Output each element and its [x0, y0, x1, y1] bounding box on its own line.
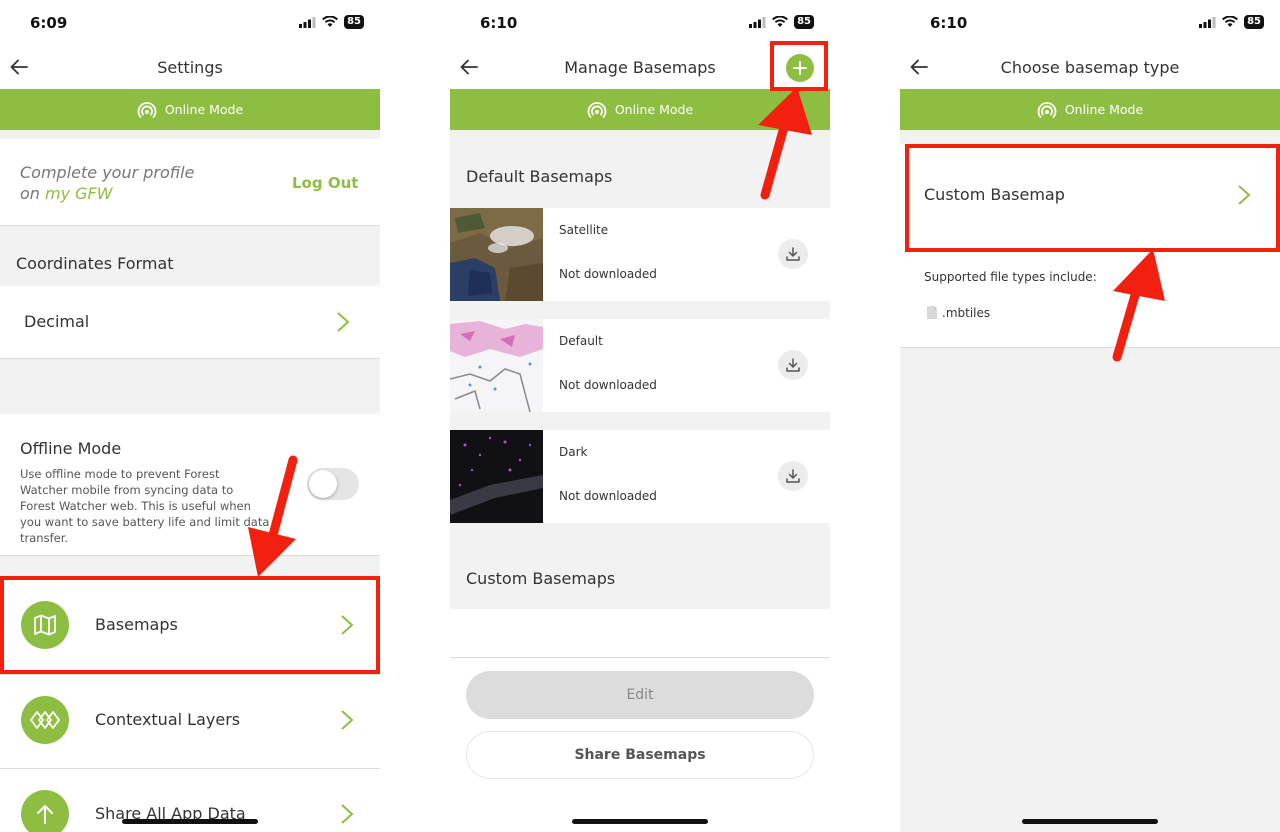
chevron-right-icon — [341, 710, 354, 730]
basemap-name: Satellite — [559, 223, 609, 237]
spacer — [450, 301, 830, 319]
basemap-status: Not downloaded — [559, 378, 657, 392]
status-bar: 6:09 85 — [0, 0, 380, 46]
online-mode-label: Online Mode — [164, 102, 244, 117]
settings-screen: 6:09 85 Settings Online Mode Complete yo… — [0, 0, 380, 832]
custom-basemaps-header: Custom Basemaps — [466, 569, 616, 588]
highlight-box — [0, 576, 380, 674]
download-icon — [786, 247, 800, 261]
broadcast-icon — [1037, 101, 1057, 118]
file-type: .mbtiles — [942, 306, 991, 320]
signal-icon — [299, 16, 316, 28]
my-gfw-link[interactable]: my GFW — [45, 184, 113, 203]
chevron-right-icon — [337, 312, 350, 332]
status-icons: 85 — [299, 15, 364, 29]
menu-item-contextual-layers[interactable]: Contextual Layers — [0, 675, 380, 768]
broadcast-icon — [137, 101, 157, 118]
home-indicator — [1022, 819, 1158, 824]
coordinates-row[interactable]: Decimal — [0, 286, 380, 358]
status-time: 6:09 — [30, 14, 68, 32]
logout-button[interactable]: Log Out — [292, 174, 358, 192]
spacer — [0, 130, 380, 139]
supported-types-label: Supported file types include: — [924, 270, 1097, 284]
highlight-box — [770, 41, 828, 91]
basemap-item-default[interactable]: Default Not downloaded — [450, 319, 830, 412]
page-title: Settings — [157, 58, 223, 77]
wifi-icon — [1222, 16, 1239, 27]
status-bar: 6:10 85 — [450, 0, 830, 46]
file-icon — [927, 306, 937, 319]
profile-prompt: Complete your profile — [20, 163, 195, 182]
download-button[interactable] — [778, 350, 808, 380]
spacer — [0, 359, 380, 414]
edit-button[interactable]: Edit — [466, 671, 814, 719]
status-icons: 85 — [749, 15, 814, 29]
battery-indicator: 85 — [794, 15, 814, 29]
online-mode-label: Online Mode — [1064, 102, 1144, 117]
manage-basemaps-screen: 6:10 85 Manage Basemaps Online Mode Defa… — [450, 0, 830, 832]
red-arrow-icon — [248, 455, 298, 577]
profile-prefix: on — [20, 184, 46, 203]
broadcast-icon — [587, 101, 607, 118]
offline-mode-toggle[interactable] — [307, 468, 359, 500]
basemap-item-dark[interactable]: Dark Not downloaded — [450, 430, 830, 523]
spacer — [900, 130, 1280, 144]
home-indicator — [122, 819, 258, 824]
divider — [450, 657, 830, 658]
page-title: Choose basemap type — [1000, 58, 1180, 77]
coordinates-header: Coordinates Format — [16, 254, 174, 273]
toggle-knob — [309, 470, 337, 498]
menu-label: Contextual Layers — [95, 710, 241, 729]
supported-file-types: Supported file types include: .mbtiles — [900, 250, 1280, 347]
status-bar: 6:10 85 — [900, 0, 1280, 46]
basemap-status: Not downloaded — [559, 267, 657, 281]
nav-bar: Settings — [0, 46, 380, 89]
dark-map-thumbnail — [450, 430, 543, 523]
chevron-right-icon — [341, 804, 354, 824]
basemap-name: Dark — [559, 445, 588, 459]
battery-indicator: 85 — [344, 15, 364, 29]
spacer — [0, 556, 380, 576]
coordinates-value: Decimal — [24, 312, 90, 331]
download-button[interactable] — [778, 461, 808, 491]
status-time: 6:10 — [480, 14, 518, 32]
basemap-name: Default — [559, 334, 603, 348]
wifi-icon — [772, 16, 789, 27]
profile-row: Complete your profile on my GFW Log Out — [0, 139, 380, 226]
layers-icon — [21, 696, 69, 744]
status-time: 6:10 — [930, 14, 968, 32]
basemap-item-satellite[interactable]: Satellite Not downloaded — [450, 208, 830, 301]
coordinates-section: Coordinates Format — [0, 226, 380, 286]
spacer — [450, 412, 830, 430]
default-map-thumbnail — [450, 319, 543, 412]
online-mode-label: Online Mode — [614, 102, 694, 117]
signal-icon — [1199, 16, 1216, 28]
download-icon — [786, 358, 800, 372]
upload-icon — [21, 790, 69, 832]
home-indicator — [572, 819, 708, 824]
offline-mode-description: Use offline mode to prevent Forest Watch… — [20, 467, 270, 545]
red-arrow-icon — [1112, 249, 1165, 362]
wifi-icon — [322, 16, 339, 27]
offline-mode-title: Offline Mode — [20, 439, 122, 458]
empty-area — [900, 348, 1280, 832]
signal-icon — [749, 16, 766, 28]
nav-bar: Choose basemap type — [900, 46, 1280, 89]
custom-basemaps-section: Custom Basemaps — [450, 523, 830, 609]
satellite-thumbnail — [450, 208, 543, 301]
download-icon — [786, 469, 800, 483]
online-mode-banner: Online Mode — [0, 89, 380, 130]
choose-basemap-type-screen: 6:10 85 Choose basemap type Online Mode … — [900, 0, 1280, 832]
default-basemaps-header: Default Basemaps — [466, 167, 613, 186]
status-icons: 85 — [1199, 15, 1264, 29]
highlight-box — [905, 144, 1280, 252]
online-mode-banner: Online Mode — [900, 89, 1280, 130]
battery-indicator: 85 — [1244, 15, 1264, 29]
download-button[interactable] — [778, 239, 808, 269]
share-basemaps-button[interactable]: Share Basemaps — [466, 731, 814, 779]
red-arrow-icon — [758, 87, 812, 200]
offline-mode-row: Offline Mode Use offline mode to prevent… — [0, 414, 380, 555]
basemap-status: Not downloaded — [559, 489, 657, 503]
